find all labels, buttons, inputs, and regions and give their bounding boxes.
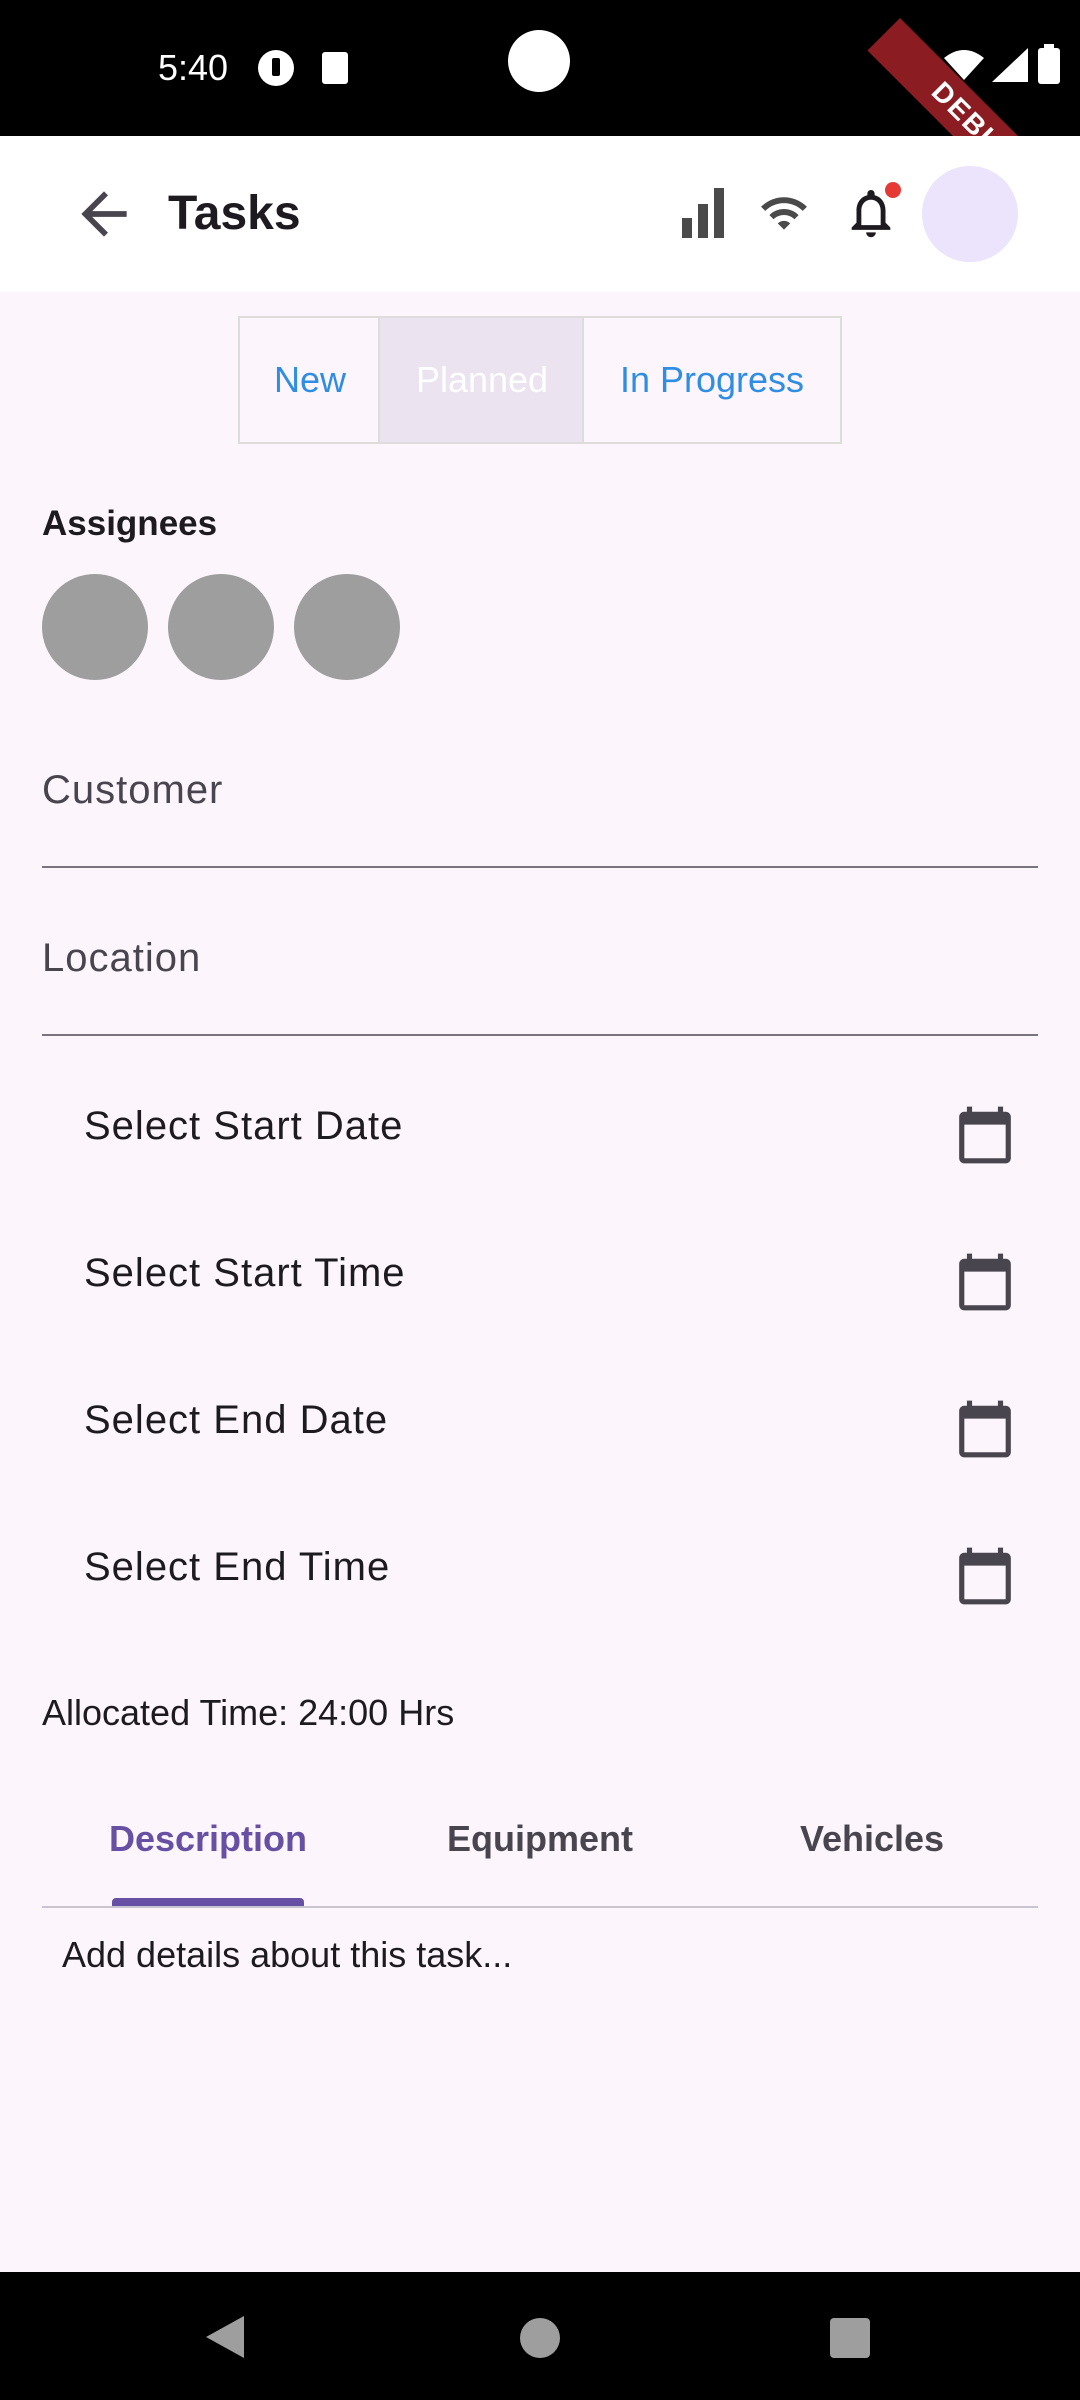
app-bar (0, 136, 1080, 292)
calendar-icon[interactable] (954, 1396, 1016, 1462)
avatar[interactable] (922, 166, 1018, 262)
notification-badge (885, 182, 901, 198)
assignee-avatar[interactable] (42, 574, 148, 680)
assignees-label: Assignees (42, 504, 218, 543)
location-field-underline (42, 1034, 1038, 1036)
start-time-label: Select Start Time (84, 1251, 406, 1295)
segment-planned[interactable]: Planned (378, 316, 584, 444)
tab-indicator (112, 1898, 304, 1906)
end-date-label: Select End Date (84, 1398, 389, 1442)
assignee-avatar[interactable] (294, 574, 400, 680)
calendar-icon[interactable] (954, 1102, 1016, 1168)
battery-icon (1038, 44, 1060, 84)
start-date-picker[interactable]: Select Start Date (42, 1070, 1038, 1190)
arrow-back-icon[interactable] (70, 180, 138, 248)
assignee-avatar[interactable] (168, 574, 274, 680)
customer-field-underline (42, 866, 1038, 868)
end-date-picker[interactable]: Select End Date (42, 1364, 1038, 1484)
calendar-icon[interactable] (954, 1543, 1016, 1609)
status-signal-icon (992, 48, 1028, 82)
wifi-icon[interactable] (756, 188, 812, 238)
customer-field[interactable]: Customer (42, 768, 223, 813)
calendar-icon[interactable] (954, 1249, 1016, 1315)
description-input[interactable]: Add details about this task... (62, 1934, 512, 1976)
status-time: 5:40 (158, 47, 229, 88)
status-app-icon (258, 50, 294, 86)
nav-recents-icon[interactable] (830, 2318, 870, 2358)
nav-back-icon[interactable] (204, 2314, 246, 2360)
start-date-label: Select Start Date (84, 1104, 404, 1148)
allocated-time: Allocated Time: 24:00 Hrs (42, 1692, 455, 1733)
tab-description[interactable]: Description (48, 1818, 368, 1860)
tab-divider (42, 1906, 1038, 1908)
page-title: Tasks (168, 187, 301, 240)
segment-in-progress[interactable]: In Progress (582, 316, 842, 444)
end-time-picker[interactable]: Select End Time (42, 1511, 1038, 1631)
end-time-label: Select End Time (84, 1545, 391, 1589)
tab-vehicles[interactable]: Vehicles (712, 1818, 1032, 1860)
nav-home-icon[interactable] (520, 2318, 560, 2358)
location-field[interactable]: Location (42, 936, 201, 981)
tab-equipment[interactable]: Equipment (380, 1818, 700, 1860)
camera-cutout (508, 30, 570, 92)
start-time-picker[interactable]: Select Start Time (42, 1217, 1038, 1337)
segment-new[interactable]: New (238, 316, 380, 444)
signal-icon[interactable] (680, 188, 726, 238)
sd-card-icon (322, 52, 348, 84)
